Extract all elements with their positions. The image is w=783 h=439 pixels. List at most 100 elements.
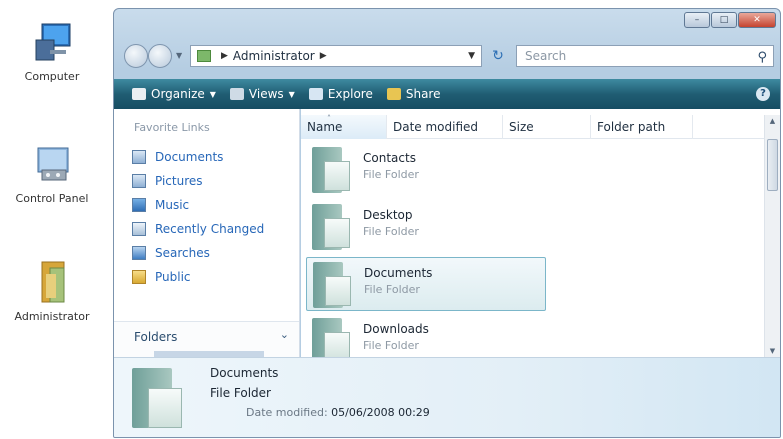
user-folder-icon: [28, 258, 76, 306]
search-input[interactable]: Search ⚲: [516, 45, 774, 67]
details-type: File Folder: [210, 386, 271, 400]
file-name: Documents: [364, 266, 433, 280]
command-bar: Organize ▼ Views ▼ Explore Share ?: [114, 79, 780, 109]
breadcrumb-segment[interactable]: Administrator: [233, 49, 315, 63]
favorite-link-label: Searches: [155, 246, 210, 260]
details-date-modified: Date modified: 05/06/2008 00:29: [246, 406, 430, 419]
favorite-links-heading: Favorite Links: [134, 121, 210, 134]
explore-label: Explore: [327, 87, 373, 101]
favorite-link-label: Documents: [155, 150, 224, 164]
share-icon: [386, 88, 401, 100]
public-folder-icon: [132, 270, 146, 284]
music-icon: [132, 198, 146, 212]
favorite-link-documents[interactable]: Documents: [114, 145, 299, 169]
folders-label: Folders: [134, 330, 178, 344]
favorite-link-music[interactable]: Music: [114, 193, 299, 217]
search-icon[interactable]: ⚲: [757, 48, 767, 68]
recent-pages-dropdown[interactable]: ▼: [176, 51, 182, 60]
folder-icon: [197, 50, 211, 62]
column-header-label: Folder path: [597, 120, 666, 134]
favorite-link-label: Recently Changed: [155, 222, 265, 236]
desktop-icon-control-panel[interactable]: Control Panel: [0, 140, 104, 205]
navigation-pane: Favorite Links Documents Pictures Music …: [114, 109, 300, 357]
details-name: Documents: [210, 366, 279, 380]
chevron-down-icon: ▼: [209, 89, 216, 99]
address-row: ▼ ▶ Administrator ▶ ▼ ↻ Search ⚲: [124, 43, 774, 69]
folder-icon: [313, 262, 353, 308]
views-icon: [229, 88, 244, 100]
share-button[interactable]: Share: [386, 87, 441, 101]
file-type: File Folder: [364, 283, 420, 296]
file-row-documents[interactable]: Documents File Folder: [306, 257, 546, 311]
vertical-scrollbar[interactable]: ▲ ▼: [764, 115, 780, 357]
column-header-date-modified[interactable]: Date modified: [387, 115, 503, 139]
file-row-contacts[interactable]: Contacts File Folder: [306, 143, 546, 197]
explore-icon: [308, 88, 323, 100]
folders-toggle[interactable]: Folders ⌄: [114, 321, 299, 357]
file-name: Downloads: [363, 322, 429, 336]
organize-icon: [132, 88, 146, 100]
favorite-link-public[interactable]: Public: [114, 265, 299, 289]
scroll-up-icon[interactable]: ▲: [765, 117, 780, 125]
refresh-icon[interactable]: ↻: [486, 45, 510, 67]
details-date-value: 05/06/2008 00:29: [331, 406, 430, 419]
search-placeholder: Search: [525, 49, 567, 63]
desktop-icon-label: Control Panel: [15, 192, 89, 205]
sort-ascending-icon: ˄: [327, 114, 331, 123]
file-list-pane: ˄ Name Date modified Size Folder path Co…: [301, 109, 780, 364]
chevron-down-icon: ⌄: [279, 328, 289, 341]
forward-button[interactable]: [148, 44, 172, 68]
close-button[interactable]: ✕: [738, 12, 776, 28]
chevron-down-icon: ▼: [288, 89, 295, 99]
file-name: Contacts: [363, 151, 416, 165]
control-panel-icon: [28, 140, 76, 188]
minimize-button[interactable]: –: [684, 12, 710, 28]
share-label: Share: [405, 87, 441, 101]
organize-button[interactable]: Organize ▼: [132, 87, 216, 101]
column-header-folder-path[interactable]: Folder path: [591, 115, 693, 139]
breadcrumb-separator-icon[interactable]: ▶: [320, 51, 327, 61]
column-header-label: Size: [509, 120, 534, 134]
column-headers: ˄ Name Date modified Size Folder path: [301, 114, 764, 139]
computer-icon: [28, 18, 76, 66]
favorite-link-recently-changed[interactable]: Recently Changed: [114, 217, 299, 241]
folder-icon: [312, 204, 352, 250]
column-header-label: Name: [307, 120, 343, 134]
file-type: File Folder: [363, 225, 419, 238]
explorer-window: – □ ✕ ▼ ▶ Administrator ▶ ▼ ↻ Search ⚲ O…: [113, 8, 781, 438]
column-header-name[interactable]: ˄ Name: [301, 114, 387, 139]
favorite-link-pictures[interactable]: Pictures: [114, 169, 299, 193]
searches-icon: [132, 246, 146, 260]
favorite-link-label: Pictures: [155, 174, 203, 188]
details-pane: Documents File Folder Date modified: 05/…: [114, 357, 780, 437]
file-row-desktop[interactable]: Desktop File Folder: [306, 200, 546, 254]
favorite-link-searches[interactable]: Searches: [114, 241, 299, 265]
views-label: Views: [248, 87, 284, 101]
file-type: File Folder: [363, 339, 419, 352]
details-date-label: Date modified:: [246, 406, 328, 419]
desktop-icon-label: Administrator: [14, 310, 90, 323]
explore-button[interactable]: Explore: [308, 87, 373, 101]
scrollbar-thumb[interactable]: [767, 139, 778, 191]
maximize-button[interactable]: □: [711, 12, 737, 28]
desktop-icon-label: Computer: [24, 70, 80, 83]
folder-icon: [132, 368, 186, 430]
file-name: Desktop: [363, 208, 413, 222]
file-type: File Folder: [363, 168, 419, 181]
views-button[interactable]: Views ▼: [229, 87, 295, 101]
column-header-size[interactable]: Size: [503, 115, 591, 139]
scroll-down-icon[interactable]: ▼: [765, 347, 780, 355]
address-dropdown-icon[interactable]: ▼: [468, 51, 475, 61]
desktop-icon-administrator[interactable]: Administrator: [0, 258, 104, 323]
address-bar[interactable]: ▶ Administrator ▶ ▼: [190, 45, 482, 67]
back-button[interactable]: [124, 44, 148, 68]
desktop-icon-computer[interactable]: Computer: [0, 18, 104, 83]
folder-icon: [312, 147, 352, 193]
recently-changed-icon: [132, 222, 146, 236]
column-header-label: Date modified: [393, 120, 479, 134]
help-icon[interactable]: ?: [756, 87, 770, 101]
breadcrumb-separator-icon[interactable]: ▶: [221, 51, 228, 61]
pictures-icon: [132, 174, 146, 188]
favorite-link-label: Public: [155, 270, 191, 284]
organize-label: Organize: [151, 87, 205, 101]
